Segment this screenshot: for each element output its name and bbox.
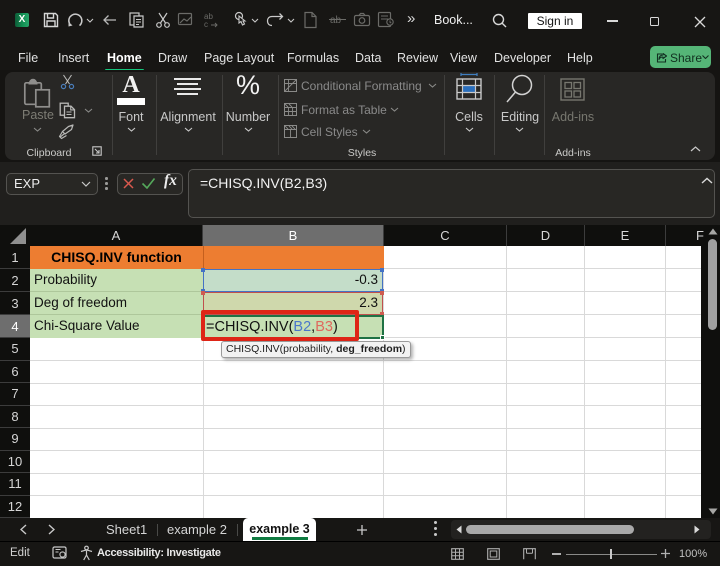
svg-text:ab: ab xyxy=(330,15,342,26)
svg-text:c: c xyxy=(204,20,208,29)
